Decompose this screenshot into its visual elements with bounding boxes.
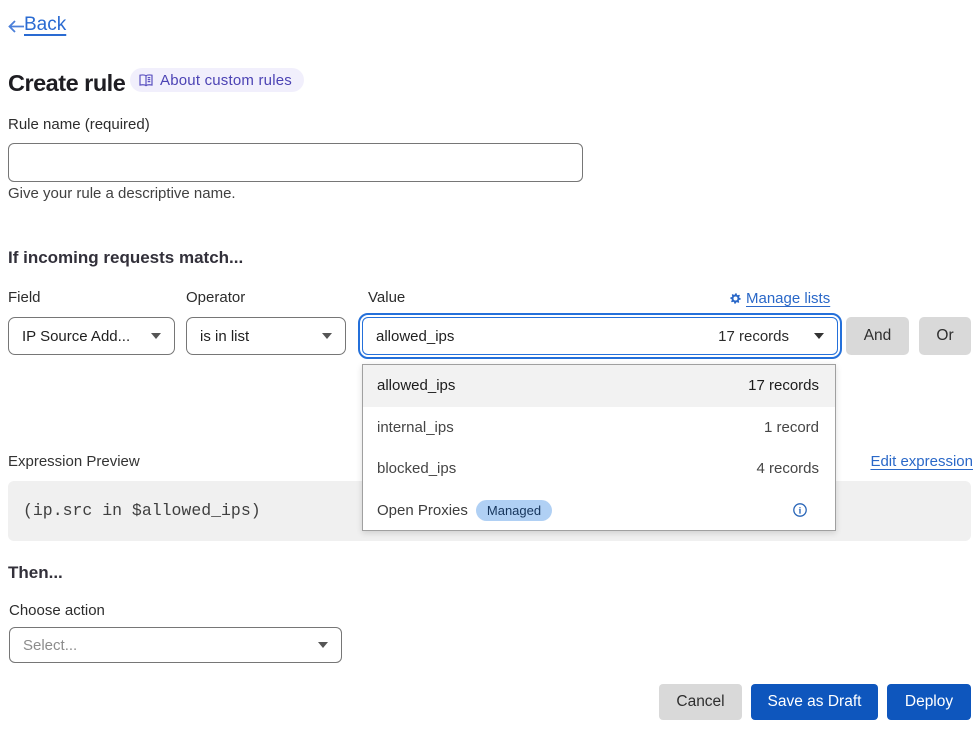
svg-text:i: i: [799, 507, 802, 517]
